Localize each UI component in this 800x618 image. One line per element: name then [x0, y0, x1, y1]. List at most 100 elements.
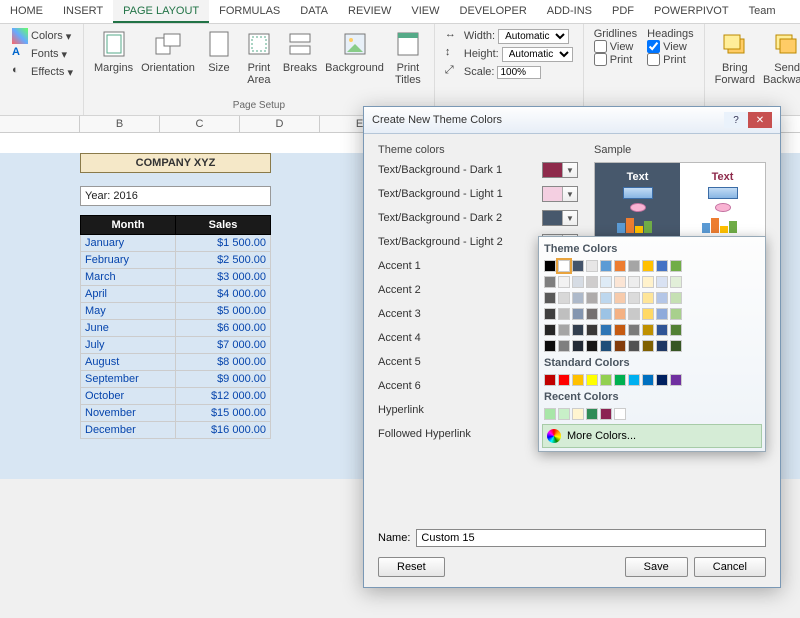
color-swatch[interactable]	[586, 276, 598, 288]
color-swatch[interactable]	[572, 340, 584, 352]
color-swatch[interactable]	[628, 374, 640, 386]
color-swatch[interactable]	[614, 408, 626, 420]
bring-forward-button[interactable]: Bring Forward	[711, 26, 759, 88]
color-swatch[interactable]	[558, 276, 570, 288]
tab-review[interactable]: REVIEW	[338, 0, 401, 23]
color-swatch[interactable]	[628, 324, 640, 336]
save-button[interactable]: Save	[625, 557, 688, 577]
colors-menu[interactable]: Colors ▾	[12, 28, 73, 44]
color-swatch[interactable]	[670, 340, 682, 352]
height-combo[interactable]: Automatic	[502, 47, 573, 62]
print-area-button[interactable]: Print Area	[239, 26, 279, 88]
color-swatch[interactable]	[670, 374, 682, 386]
breaks-button[interactable]: Breaks	[279, 26, 321, 76]
reset-button[interactable]: Reset	[378, 557, 445, 577]
background-button[interactable]: Background	[321, 26, 388, 76]
headings-print-check[interactable]: Print	[647, 53, 693, 66]
tab-view[interactable]: VIEW	[401, 0, 449, 23]
color-swatch[interactable]	[656, 260, 668, 272]
color-swatch[interactable]	[572, 260, 584, 272]
color-swatch[interactable]	[670, 276, 682, 288]
color-swatch[interactable]	[656, 324, 668, 336]
color-swatch[interactable]	[572, 408, 584, 420]
color-swatch[interactable]	[628, 292, 640, 304]
color-swatch[interactable]	[558, 324, 570, 336]
tab-team[interactable]: Team	[739, 0, 786, 23]
color-swatch[interactable]	[614, 292, 626, 304]
color-swatch[interactable]	[558, 340, 570, 352]
col-header[interactable]: C	[160, 116, 240, 132]
color-swatch[interactable]	[670, 324, 682, 336]
cancel-button[interactable]: Cancel	[694, 557, 766, 577]
color-swatch[interactable]	[600, 260, 612, 272]
color-swatch[interactable]	[614, 308, 626, 320]
tab-data[interactable]: DATA	[290, 0, 338, 23]
color-swatch[interactable]	[586, 408, 598, 420]
col-header[interactable]: D	[240, 116, 320, 132]
color-swatch[interactable]	[614, 260, 626, 272]
table-row[interactable]: May$5 000.00	[81, 303, 271, 320]
table-row[interactable]: July$7 000.00	[81, 337, 271, 354]
color-swatch[interactable]	[586, 260, 598, 272]
color-swatch[interactable]	[628, 308, 640, 320]
orientation-button[interactable]: Orientation	[137, 26, 199, 76]
table-row[interactable]: March$3 000.00	[81, 269, 271, 286]
color-swatch[interactable]	[642, 260, 654, 272]
color-swatch[interactable]	[558, 292, 570, 304]
theme-color-swatch-button[interactable]: ▼	[542, 162, 578, 178]
color-swatch[interactable]	[572, 308, 584, 320]
color-swatch[interactable]	[600, 324, 612, 336]
color-swatch[interactable]	[558, 374, 570, 386]
tab-home[interactable]: HOME	[0, 0, 53, 23]
color-swatch[interactable]	[614, 374, 626, 386]
dialog-titlebar[interactable]: Create New Theme Colors ? ✕	[364, 107, 780, 134]
send-backward-button[interactable]: Send Backward	[759, 26, 800, 88]
color-swatch[interactable]	[642, 292, 654, 304]
table-row[interactable]: February$2 500.00	[81, 252, 271, 269]
color-swatch[interactable]	[656, 374, 668, 386]
scale-input[interactable]	[497, 66, 541, 79]
table-row[interactable]: November$15 000.00	[81, 405, 271, 422]
color-swatch[interactable]	[670, 292, 682, 304]
color-swatch[interactable]	[544, 324, 556, 336]
tab-insert[interactable]: INSERT	[53, 0, 113, 23]
year-cell[interactable]: Year: 2016	[81, 187, 271, 206]
color-swatch[interactable]	[628, 340, 640, 352]
color-swatch[interactable]	[544, 308, 556, 320]
gridlines-print-check[interactable]: Print	[594, 53, 637, 66]
tab-add-ins[interactable]: ADD-INS	[537, 0, 602, 23]
color-swatch[interactable]	[558, 260, 570, 272]
color-swatch[interactable]	[586, 292, 598, 304]
color-swatch[interactable]	[600, 276, 612, 288]
color-swatch[interactable]	[642, 324, 654, 336]
color-swatch[interactable]	[600, 292, 612, 304]
theme-color-swatch-button[interactable]: ▼	[542, 210, 578, 226]
color-swatch[interactable]	[628, 260, 640, 272]
color-swatch[interactable]	[572, 324, 584, 336]
size-button[interactable]: Size	[199, 26, 239, 76]
table-row[interactable]: September$9 000.00	[81, 371, 271, 388]
effects-menu[interactable]: ◐Effects ▾	[12, 64, 73, 80]
table-row[interactable]: April$4 000.00	[81, 286, 271, 303]
tab-pdf[interactable]: PDF	[602, 0, 644, 23]
print-titles-button[interactable]: Print Titles	[388, 26, 428, 88]
dialog-close-button[interactable]: ✕	[748, 112, 772, 128]
color-swatch[interactable]	[656, 292, 668, 304]
color-swatch[interactable]	[572, 292, 584, 304]
table-row[interactable]: October$12 000.00	[81, 388, 271, 405]
color-swatch[interactable]	[544, 292, 556, 304]
color-swatch[interactable]	[572, 374, 584, 386]
color-swatch[interactable]	[656, 276, 668, 288]
color-swatch[interactable]	[670, 260, 682, 272]
color-swatch[interactable]	[614, 340, 626, 352]
color-swatch[interactable]	[600, 308, 612, 320]
color-swatch[interactable]	[628, 276, 640, 288]
color-swatch[interactable]	[586, 324, 598, 336]
theme-name-input[interactable]	[416, 529, 766, 547]
more-colors-button[interactable]: More Colors...	[542, 424, 762, 448]
color-swatch[interactable]	[586, 340, 598, 352]
color-swatch[interactable]	[614, 276, 626, 288]
color-swatch[interactable]	[670, 308, 682, 320]
color-swatch[interactable]	[642, 340, 654, 352]
color-swatch[interactable]	[544, 408, 556, 420]
